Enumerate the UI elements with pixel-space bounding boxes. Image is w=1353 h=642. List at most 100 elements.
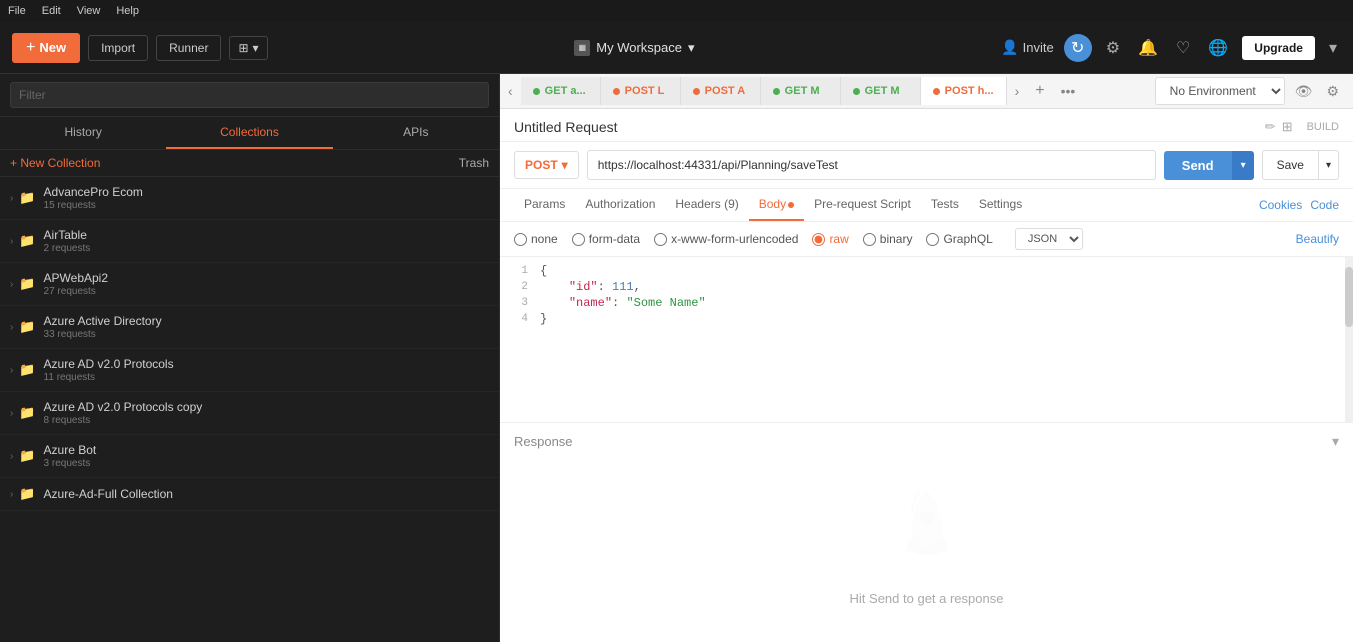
sync-button[interactable]: ↻: [1064, 34, 1092, 62]
body-option-none[interactable]: none: [514, 232, 558, 246]
code-editor[interactable]: 1 { 2 "id": 111, 3 "name": "Some Name": [500, 257, 1353, 422]
tab-apis[interactable]: APIs: [333, 117, 499, 149]
new-collection-button[interactable]: + New Collection: [10, 156, 100, 170]
json-type-select[interactable]: JSON: [1015, 228, 1083, 250]
list-item[interactable]: › 📁 Azure AD v2.0 Protocols copy 8 reque…: [0, 392, 499, 435]
collection-count: 15 requests: [44, 200, 143, 211]
chevron-right-icon: ›: [10, 279, 13, 290]
tab-tests[interactable]: Tests: [921, 189, 969, 221]
method-select[interactable]: POST ▾: [514, 151, 579, 179]
collection-count: 3 requests: [44, 458, 97, 469]
list-item[interactable]: › 📁 Azure AD v2.0 Protocols 11 requests: [0, 349, 499, 392]
menu-help[interactable]: Help: [116, 5, 139, 17]
list-item[interactable]: › 📁 AdvancePro Ecom 15 requests: [0, 177, 499, 220]
beautify-button[interactable]: Beautify: [1296, 232, 1339, 246]
tab-dot-post-a: [693, 88, 700, 95]
code-line-1: 1 {: [500, 263, 1353, 279]
tab-label-post-a: POST A: [705, 85, 746, 97]
tab-add-button[interactable]: +: [1027, 74, 1052, 108]
scrollbar-track[interactable]: [1345, 257, 1353, 422]
send-button[interactable]: Send: [1164, 151, 1232, 180]
tab-get-m1[interactable]: GET M: [761, 77, 841, 105]
method-label: POST: [525, 158, 558, 172]
cookies-link[interactable]: Cookies: [1259, 198, 1302, 212]
tab-history[interactable]: History: [0, 117, 166, 149]
tab-post-l[interactable]: POST L: [601, 77, 681, 105]
list-item[interactable]: › 📁 Azure Bot 3 requests: [0, 435, 499, 478]
body-option-raw[interactable]: raw: [812, 232, 848, 246]
url-bar: POST ▾ Send ▾ Save ▾: [500, 142, 1353, 189]
menu-view[interactable]: View: [77, 5, 101, 17]
plus-icon: +: [26, 39, 35, 57]
list-item[interactable]: › 📁 Azure-Ad-Full Collection: [0, 478, 499, 511]
tab-post-h[interactable]: POST h...: [921, 77, 1007, 105]
code-lines: 1 { 2 "id": 111, 3 "name": "Some Name": [500, 257, 1353, 333]
tab-collections[interactable]: Collections: [166, 117, 332, 149]
import-button[interactable]: Import: [88, 35, 148, 61]
tab-forward-button[interactable]: ›: [1007, 75, 1028, 107]
heart-button[interactable]: ♡: [1172, 34, 1194, 62]
build-button[interactable]: BUILD: [1307, 121, 1339, 133]
tab-pre-request[interactable]: Pre-request Script: [804, 189, 921, 221]
menu-edit[interactable]: Edit: [42, 5, 61, 17]
sidebar-actions: + New Collection Trash: [0, 150, 499, 177]
invite-button[interactable]: 👤 Invite: [1001, 39, 1054, 56]
settings-button[interactable]: ⚙: [1102, 34, 1124, 62]
tab-get-a[interactable]: GET a...: [521, 77, 601, 105]
tab-auth[interactable]: Authorization: [575, 189, 665, 221]
code-line-4: 4 }: [500, 311, 1353, 327]
edit-icon[interactable]: ✏: [1265, 119, 1276, 135]
runner-button[interactable]: Runner: [156, 35, 221, 61]
collection-info: Azure AD v2.0 Protocols 11 requests: [44, 357, 174, 383]
body-option-form-data[interactable]: form-data: [572, 232, 640, 246]
url-input[interactable]: [587, 150, 1156, 180]
tab-settings[interactable]: Settings: [969, 189, 1032, 221]
tab-back-button[interactable]: ‹: [500, 75, 521, 107]
tab-get-m2[interactable]: GET M: [841, 77, 921, 105]
workspace-icon: ▦: [574, 40, 590, 56]
body-option-urlencoded[interactable]: x-www-form-urlencoded: [654, 232, 798, 246]
search-input[interactable]: [10, 82, 489, 108]
method-chevron: ▾: [562, 158, 568, 172]
body-option-graphql[interactable]: GraphQL: [926, 232, 992, 246]
collection-count: 2 requests: [44, 243, 91, 254]
body-option-binary[interactable]: binary: [863, 232, 913, 246]
chevron-right-icon: ›: [10, 408, 13, 419]
tab-body[interactable]: Body: [749, 189, 804, 221]
globe-button[interactable]: 🌐: [1204, 34, 1232, 62]
response-label-text: Response: [514, 434, 573, 449]
send-dropdown-button[interactable]: ▾: [1232, 151, 1254, 180]
layout-switcher[interactable]: ⊞ ▾: [229, 36, 267, 60]
list-item[interactable]: › 📁 AirTable 2 requests: [0, 220, 499, 263]
list-item[interactable]: › 📁 APWebApi2 27 requests: [0, 263, 499, 306]
menu-file[interactable]: File: [8, 5, 26, 17]
list-item[interactable]: › 📁 Azure Active Directory 33 requests: [0, 306, 499, 349]
tab-more-button[interactable]: •••: [1053, 75, 1084, 107]
tab-label-post-l: POST L: [625, 85, 665, 97]
new-button[interactable]: + New: [12, 33, 80, 63]
response-empty-state: Hit Send to get a response: [514, 450, 1339, 632]
chevron-right-icon: ›: [10, 365, 13, 376]
env-settings-button[interactable]: ⚙: [1322, 79, 1343, 104]
trash-button[interactable]: Trash: [459, 156, 489, 170]
tab-label-get-a: GET a...: [545, 85, 586, 97]
tab-headers[interactable]: Headers (9): [665, 189, 748, 221]
tab-post-a[interactable]: POST A: [681, 77, 761, 105]
scrollbar-thumb[interactable]: [1345, 267, 1353, 327]
code-line-3: 3 "name": "Some Name": [500, 295, 1353, 311]
tab-params[interactable]: Params: [514, 189, 575, 221]
grid-icon[interactable]: ⊞: [1282, 119, 1293, 135]
collection-info: Azure AD v2.0 Protocols copy 8 requests: [44, 400, 203, 426]
env-eye-button[interactable]: 👁: [1291, 79, 1317, 104]
upgrade-dropdown[interactable]: ▾: [1325, 34, 1341, 62]
save-button[interactable]: Save: [1262, 150, 1319, 180]
save-dropdown-button[interactable]: ▾: [1319, 150, 1339, 180]
notifications-button[interactable]: 🔔: [1134, 34, 1162, 62]
response-chevron[interactable]: ▾: [1332, 433, 1339, 450]
code-link[interactable]: Code: [1310, 198, 1339, 212]
workspace-selector[interactable]: ▦ My Workspace ▾: [574, 40, 694, 56]
request-tabs: Params Authorization Headers (9) Body Pr…: [500, 189, 1353, 222]
upgrade-button[interactable]: Upgrade: [1242, 36, 1315, 60]
environment-selector[interactable]: No Environment: [1155, 77, 1285, 105]
collection-count: 8 requests: [44, 415, 203, 426]
